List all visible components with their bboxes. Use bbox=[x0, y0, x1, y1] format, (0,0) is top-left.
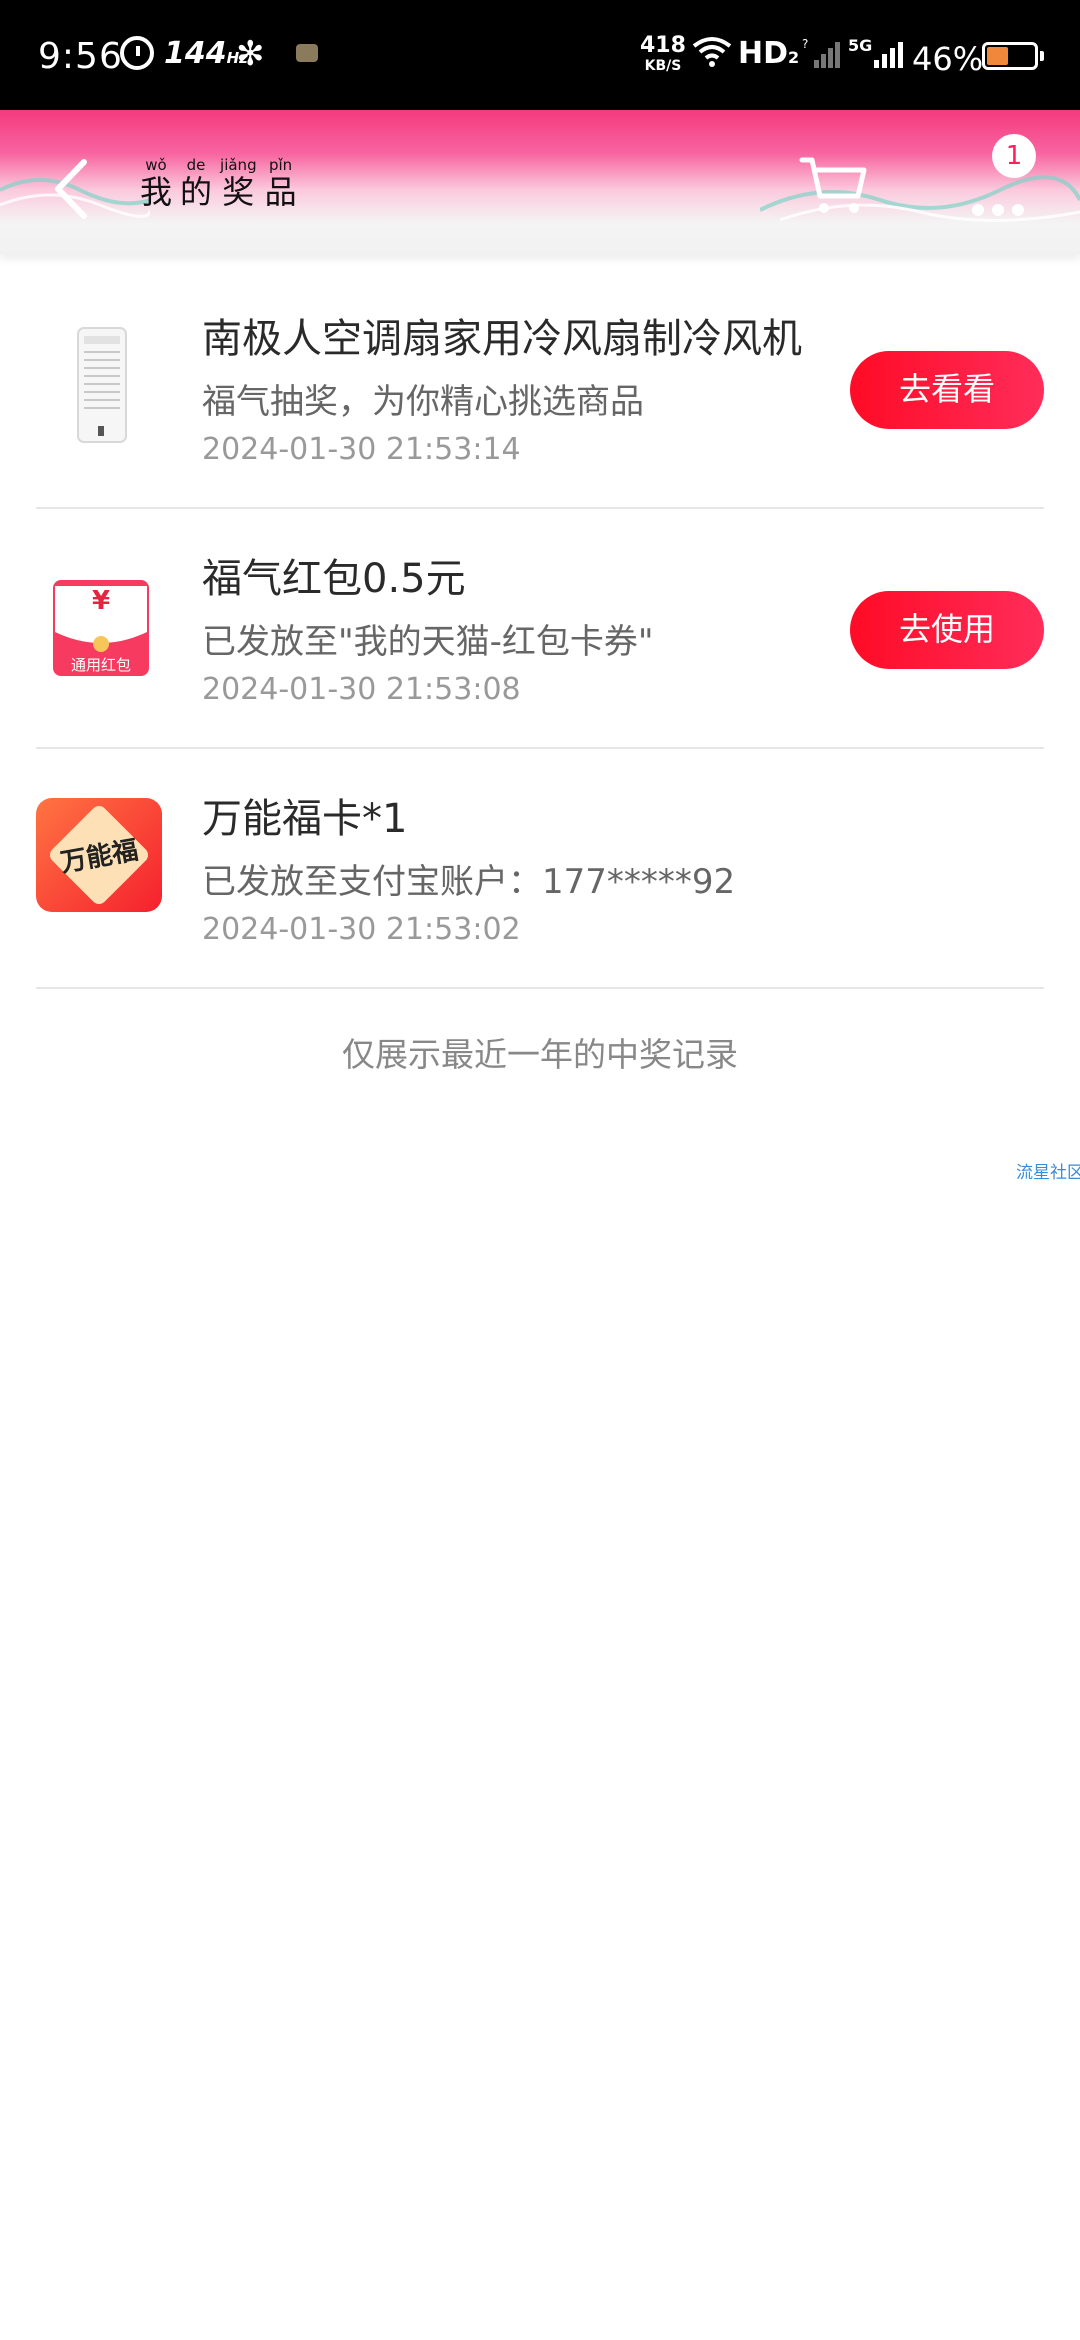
signal-strength-icon bbox=[874, 42, 903, 68]
prize-title: 南极人空调扇家用冷风扇制冷风机 bbox=[202, 316, 802, 362]
prize-desc: 已发放至支付宝账户：177*****92 bbox=[202, 862, 736, 902]
footer-note: 仅展示最近一年的中奖记录 bbox=[342, 1035, 738, 1074]
network-type: 5G bbox=[848, 36, 873, 55]
hd-indicator: HD2 bbox=[738, 36, 800, 71]
prize-desc: 福气抽奖，为你精心挑选商品 bbox=[202, 382, 644, 422]
fu-card-image: 万能福 bbox=[36, 798, 162, 912]
battery-tip bbox=[1040, 51, 1044, 61]
status-time: 9:56 bbox=[38, 36, 123, 77]
signal-icon: ? bbox=[802, 38, 840, 68]
title-char-4: 品pǐn bbox=[264, 156, 297, 211]
page-title: 我wǒ的de奖jiǎng品pǐn bbox=[140, 156, 305, 213]
prize-time: 2024-01-30 21:53:14 bbox=[202, 432, 521, 467]
wifi-icon bbox=[692, 37, 732, 67]
prize-time: 2024-01-30 21:53:08 bbox=[202, 672, 521, 707]
prize-title: 福气红包0.5元 bbox=[202, 556, 466, 602]
title-char-3: 奖jiǎng bbox=[220, 156, 257, 211]
status-bar: 9:56 144Hz ✻ 418 KB/S HD2 ? 5G 46% bbox=[0, 0, 1080, 110]
red-envelope-image: ¥ 通用红包 bbox=[36, 558, 166, 688]
battery-icon bbox=[982, 42, 1038, 70]
svg-text:?: ? bbox=[802, 38, 808, 51]
yuan-symbol: ¥ bbox=[91, 586, 111, 616]
air-cooler-image bbox=[77, 327, 127, 443]
network-speed: 418 KB/S bbox=[640, 33, 686, 75]
prize-desc: 已发放至"我的天猫-红包卡券" bbox=[202, 622, 654, 662]
alarm-icon bbox=[120, 36, 154, 70]
view-prize-button[interactable]: 去看看 bbox=[850, 351, 1044, 429]
prize-title: 万能福卡*1 bbox=[202, 796, 408, 842]
envelope-label: 通用红包 bbox=[70, 656, 131, 674]
fan-icon: ✻ bbox=[236, 34, 265, 74]
cart-icon[interactable] bbox=[798, 150, 870, 220]
watermark: 流星社区 bbox=[1016, 1163, 1080, 1183]
use-prize-button[interactable]: 去使用 bbox=[850, 591, 1044, 669]
battery-percent: 46% bbox=[912, 40, 984, 78]
title-char-1: 我wǒ bbox=[140, 156, 173, 211]
prize-item-3: 万能福 万能福卡*1 已发放至支付宝账户：177*****92 2024-01-… bbox=[36, 750, 1044, 989]
app-notification-icon bbox=[296, 44, 318, 62]
prize-time: 2024-01-30 21:53:02 bbox=[202, 912, 521, 947]
battery-level bbox=[987, 47, 1008, 65]
prize-item-2: ¥ 通用红包 福气红包0.5元 已发放至"我的天猫-红包卡券" 2024-01-… bbox=[36, 510, 1044, 749]
title-char-2: 的de bbox=[180, 156, 213, 211]
prize-item-1: 南极人空调扇家用冷风扇制冷风机 福气抽奖，为你精心挑选商品 2024-01-30… bbox=[36, 270, 1044, 509]
back-button[interactable] bbox=[44, 154, 100, 224]
message-badge[interactable]: 1 bbox=[992, 134, 1036, 178]
page-header: 我wǒ的de奖jiǎng品pǐn 1 bbox=[0, 110, 1080, 255]
